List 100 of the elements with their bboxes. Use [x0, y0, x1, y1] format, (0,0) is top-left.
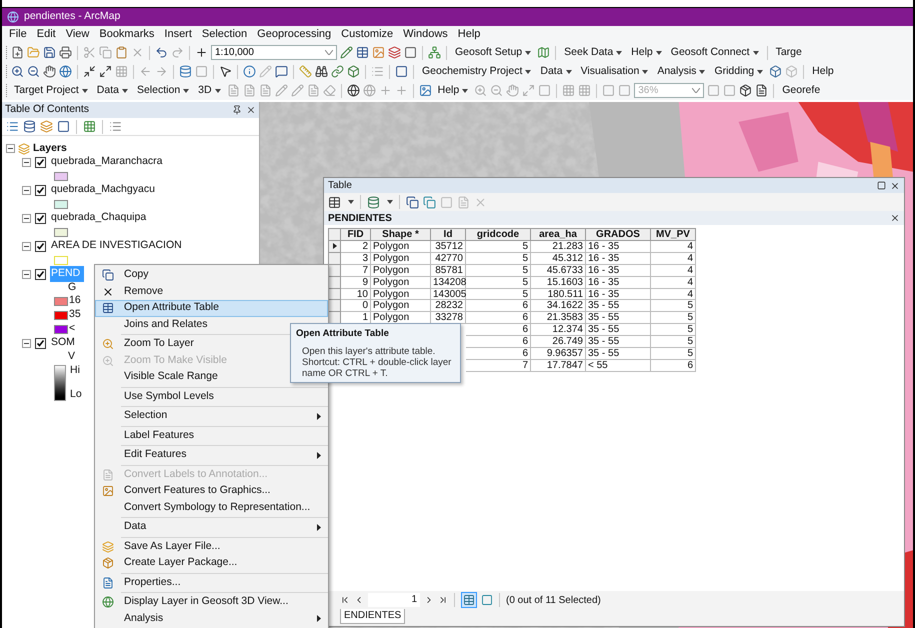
layer-name[interactable]: quebrada_Chaquipa [50, 210, 148, 226]
toolbar-menu-button[interactable]: Data [94, 82, 131, 98]
toolbar-menu-button[interactable]: Help [628, 44, 665, 60]
collapse-icon[interactable] [22, 186, 31, 194]
menu-bar-item[interactable]: Selection [202, 26, 248, 43]
zoom-out-icon[interactable] [27, 65, 40, 78]
remove-icon[interactable] [102, 286, 114, 298]
show-all-records-icon[interactable] [463, 594, 475, 606]
pointer-icon[interactable] [219, 65, 232, 78]
toolbar-menu-button[interactable]: Gridding [711, 64, 766, 80]
zoom-out-fixed-icon[interactable] [99, 65, 112, 78]
printer-icon[interactable] [59, 46, 72, 59]
show-selected-records-icon[interactable] [481, 594, 493, 606]
row-selector[interactable] [329, 241, 341, 253]
column-header[interactable]: Id [431, 229, 466, 241]
menu-item[interactable]: Properties... [95, 574, 328, 591]
menu-item[interactable]: Copy [95, 267, 328, 284]
close-icon[interactable] [246, 105, 256, 115]
restore-icon[interactable] [877, 180, 886, 190]
save-icon[interactable] [43, 46, 56, 59]
menu-item[interactable]: Data [95, 519, 328, 536]
properties-icon[interactable] [102, 576, 114, 589]
app-icon[interactable] [7, 11, 19, 23]
close-icon[interactable] [890, 213, 900, 223]
menu-item[interactable]: Convert Symbology to Representation... [95, 500, 328, 516]
zoom-to-layer-icon[interactable] [102, 338, 114, 350]
related-tables-icon[interactable] [367, 196, 380, 208]
menu-bar-item[interactable]: Windows [403, 26, 448, 43]
toolbar-button[interactable]: Georefe [779, 82, 824, 98]
checkbox[interactable] [35, 268, 46, 280]
menu-item[interactable]: Convert Features to Graphics... [95, 483, 328, 500]
column-header[interactable]: FID [341, 229, 371, 241]
select-by-attributes-icon[interactable] [406, 196, 419, 208]
toolbar-menu-button[interactable]: Visualisation [578, 64, 652, 80]
toolbar-menu-button[interactable]: Help [434, 82, 472, 98]
column-header[interactable]: area_ha [531, 229, 586, 241]
last-record-icon[interactable] [438, 595, 448, 605]
pan-icon[interactable] [43, 65, 56, 78]
layer-name[interactable]: quebrada_Machgyacu [50, 182, 156, 198]
list-by-selection-icon[interactable] [57, 120, 70, 133]
undo-icon[interactable] [155, 46, 168, 59]
menu-bar-item[interactable]: Customize [341, 26, 394, 43]
zoom-in-icon[interactable] [11, 65, 24, 78]
column-header[interactable]: gridcode [466, 229, 531, 241]
menu-bar-item[interactable]: Help [458, 26, 480, 43]
route-icon[interactable] [331, 65, 344, 78]
list-by-source-icon[interactable] [23, 120, 36, 133]
menu-item[interactable]: Open Attribute Table [95, 300, 328, 316]
collapse-icon[interactable] [22, 338, 31, 348]
table-icon[interactable] [102, 302, 114, 314]
toolbar-menu-button[interactable]: Geochemistry Project [419, 64, 534, 80]
collapse-icon[interactable] [22, 214, 31, 222]
toolbar-menu-button[interactable]: Analysis [654, 64, 708, 80]
column-header[interactable]: GRADOS [586, 229, 651, 241]
toolbar-menu-button[interactable]: Data [537, 64, 575, 80]
package-icon[interactable] [102, 557, 114, 570]
table-icon[interactable] [356, 46, 369, 59]
menu-item[interactable]: Edit Features [95, 447, 328, 464]
collapse-icon[interactable] [22, 242, 31, 250]
checkbox[interactable] [35, 156, 46, 168]
menu-item[interactable]: Remove [95, 284, 328, 300]
menu-item[interactable]: Save As Layer File... [95, 538, 328, 555]
data-frame-name[interactable]: Layers [33, 140, 67, 156]
clipboard-icon[interactable] [115, 46, 128, 59]
toolbar-menu-button[interactable]: Seek Data [561, 44, 626, 60]
menu-bar-item[interactable]: Insert [164, 26, 192, 43]
menu-item[interactable]: Create Layer Package... [95, 555, 328, 572]
menu-item[interactable]: Selection [95, 408, 328, 424]
column-header[interactable]: MV_PV [651, 229, 696, 241]
xy-icon[interactable] [347, 65, 360, 78]
layer-name[interactable]: quebrada_Maranchacra [50, 154, 164, 170]
identify-icon[interactable] [243, 65, 256, 78]
toolbar-menu-button[interactable]: Geosoft Setup [452, 44, 534, 60]
scale-combo-box[interactable]: 1:10,000 [211, 45, 337, 60]
find-icon[interactable] [315, 65, 328, 78]
zoom-in-fixed-icon[interactable] [83, 65, 96, 78]
graphics-icon[interactable] [102, 485, 114, 498]
toolbar-menu-button[interactable]: Selection [134, 82, 192, 98]
checkbox[interactable] [35, 240, 46, 252]
collapse-icon[interactable] [22, 158, 31, 166]
raster-icon[interactable] [418, 84, 432, 97]
map-icon[interactable] [537, 46, 550, 59]
new-document-icon[interactable] [11, 46, 24, 59]
menu-bar-item[interactable]: File [9, 26, 27, 43]
menu-bar-item[interactable]: Geoprocessing [257, 26, 332, 43]
cube-icon[interactable] [769, 65, 782, 78]
globe-3d-icon[interactable] [346, 84, 360, 97]
layout-package-icon[interactable] [739, 84, 752, 97]
globe-icon[interactable] [59, 65, 72, 78]
menu-bar-item[interactable]: Bookmarks [99, 26, 154, 43]
layer-name[interactable]: SOM [50, 335, 76, 351]
globe-icon[interactable] [102, 596, 114, 608]
layout-doc-icon[interactable] [755, 84, 768, 97]
toolbar-menu-button[interactable]: Target Project [11, 82, 91, 98]
first-record-icon[interactable] [340, 595, 350, 605]
data-icon[interactable] [179, 65, 192, 78]
column-header[interactable]: Shape * [371, 229, 431, 241]
close-icon[interactable] [890, 180, 900, 190]
menu-item[interactable]: Use Symbol Levels [95, 388, 328, 405]
switch-selection-icon[interactable] [423, 196, 436, 208]
